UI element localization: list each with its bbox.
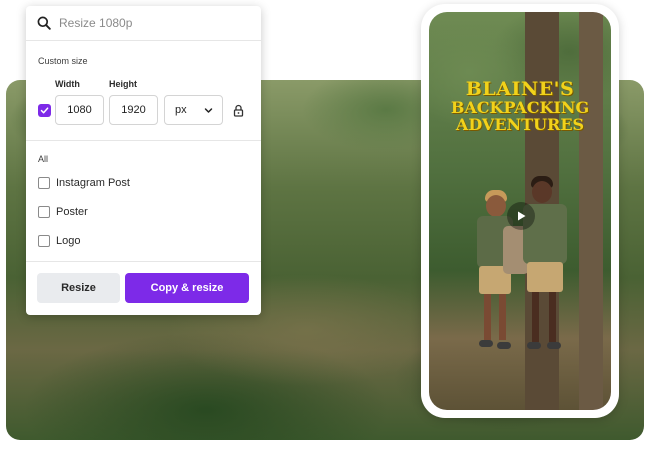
divider [26, 140, 261, 141]
custom-size-checkbox[interactable] [38, 104, 51, 117]
checkbox[interactable] [38, 177, 50, 189]
kid-right-shoe [527, 342, 541, 349]
width-input[interactable]: 1080 [55, 95, 104, 125]
resize-panel: Custom size Width Height 1080 1920 px Al… [26, 6, 261, 315]
story-title-line3: ADVENTURES [455, 114, 585, 134]
phone-screen: BLAINE'S BACKPACKING ADVENTURES [429, 12, 611, 410]
format-option-instagram-post[interactable]: Instagram Post [38, 177, 130, 189]
lock-icon[interactable] [233, 104, 244, 117]
unit-dropdown[interactable]: px [164, 95, 223, 125]
format-option-logo[interactable]: Logo [38, 235, 80, 247]
kid-left-shoe [497, 342, 511, 349]
divider [26, 261, 261, 262]
kid-right-leg [532, 292, 539, 342]
play-button[interactable] [507, 202, 535, 230]
kid-left-leg [499, 294, 506, 340]
kid-right-shorts [527, 262, 563, 292]
search-input[interactable] [59, 16, 239, 30]
kid-right-head [532, 181, 552, 203]
kid-right-leg [549, 292, 556, 342]
unit-value: px [175, 104, 187, 116]
play-icon [518, 211, 526, 221]
kid-right-shoe [547, 342, 561, 349]
format-label: Poster [56, 206, 88, 218]
check-icon [40, 107, 49, 114]
kid-left-shoe [479, 340, 493, 347]
width-label: Width [55, 79, 80, 89]
story-title-line1: BLAINE'S [465, 78, 575, 100]
height-input[interactable]: 1920 [109, 95, 158, 125]
chevron-down-icon [204, 108, 213, 113]
kid-left-head [486, 195, 506, 217]
format-label: Logo [56, 235, 81, 247]
copy-resize-button[interactable]: Copy & resize [125, 273, 249, 303]
search-bar [26, 6, 261, 41]
resize-button[interactable]: Resize [37, 273, 120, 303]
all-label: All [38, 154, 49, 164]
format-option-poster[interactable]: Poster [38, 206, 88, 218]
height-label: Height [109, 79, 137, 89]
custom-size-label: Custom size [38, 56, 88, 66]
format-label: Instagram Post [56, 177, 130, 189]
kid-left-leg [484, 294, 491, 340]
checkbox[interactable] [38, 206, 50, 218]
phone-preview: BLAINE'S BACKPACKING ADVENTURES [421, 4, 619, 418]
checkbox[interactable] [38, 235, 50, 247]
story-title: BLAINE'S BACKPACKING ADVENTURES [429, 78, 611, 134]
search-icon [37, 16, 51, 30]
